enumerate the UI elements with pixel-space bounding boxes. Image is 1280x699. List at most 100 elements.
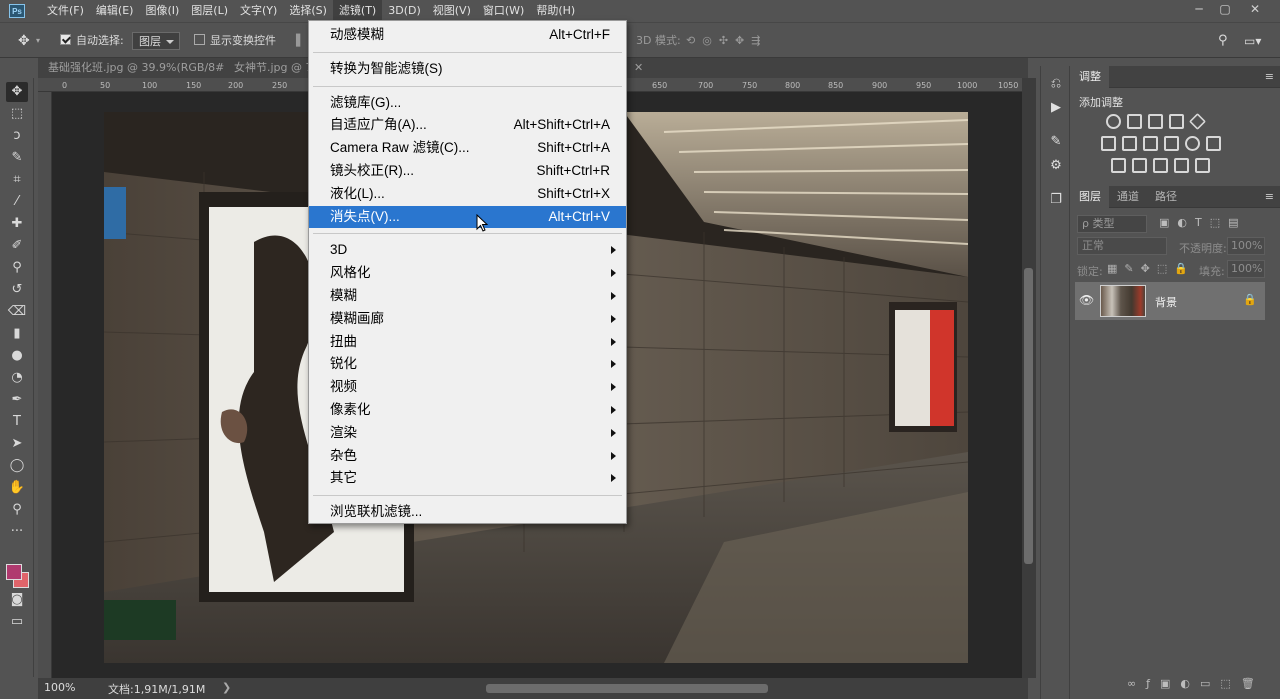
lasso-tool-icon[interactable]: ↄ — [6, 126, 28, 146]
filter-menu-item[interactable]: 渲染 — [309, 422, 626, 444]
crop-tool-icon[interactable]: ⌗ — [6, 170, 28, 190]
tab-adjustments[interactable]: 调整 — [1071, 66, 1109, 88]
path-select-icon[interactable]: ➤ — [6, 434, 28, 454]
channel-mixer-icon[interactable] — [1185, 136, 1200, 151]
ellipse-tool-icon[interactable]: ◯ — [6, 456, 28, 476]
tab-document-1[interactable]: 基础强化班.jpg @ 39.9%(RGB/8#) ✕ — [38, 58, 252, 78]
filter-menu-item[interactable]: 3D — [309, 239, 626, 261]
lock-icons[interactable]: ▦✎✥⬚🔒 — [1107, 262, 1195, 275]
status-menu-icon[interactable]: ❯ — [222, 681, 231, 694]
gradient-tool-icon[interactable]: ▮ — [6, 324, 28, 344]
opacity-input[interactable]: 100% — [1227, 237, 1265, 255]
filter-menu-item[interactable]: 浏览联机滤镜... — [309, 501, 626, 523]
filter-menu-item[interactable]: 其它 — [309, 467, 626, 489]
black-white-icon[interactable] — [1143, 136, 1158, 151]
move-tool-icon[interactable]: ✥ — [6, 82, 28, 102]
tab-layers[interactable]: 图层 — [1071, 186, 1109, 208]
menu-6[interactable]: 滤镜(T) — [332, 0, 383, 22]
filter-menu-item[interactable]: 像素化 — [309, 399, 626, 421]
checkbox-unchecked-icon[interactable] — [194, 34, 205, 45]
auto-select-value[interactable]: 图层 — [132, 32, 180, 50]
checkbox-checked-icon[interactable] — [60, 34, 71, 45]
brightness-icon[interactable] — [1106, 114, 1121, 129]
vertical-scroll-thumb[interactable] — [1024, 268, 1033, 564]
vertical-scrollbar[interactable] — [1022, 78, 1036, 678]
menu-9[interactable]: 窗口(W) — [477, 0, 530, 22]
eyedropper-icon[interactable]: ⁄ — [6, 192, 28, 212]
hand-tool-icon[interactable]: ✋ — [6, 478, 28, 498]
eraser-icon[interactable]: ⌫ — [6, 302, 28, 322]
menu-7[interactable]: 3D(D) — [382, 0, 427, 22]
layer-row-background[interactable]: 👁 背景 🔒 — [1075, 282, 1265, 320]
search-icon[interactable]: ⚲ — [1218, 32, 1228, 50]
tab-close-extra[interactable]: ✕ — [628, 58, 650, 78]
horizontal-scroll-thumb[interactable] — [486, 684, 768, 693]
move-tool-icon[interactable]: ✥ — [18, 32, 30, 50]
healing-brush-icon[interactable]: ✚ — [6, 214, 28, 234]
selective-color-icon[interactable] — [1174, 158, 1189, 173]
gradient-map-icon[interactable] — [1195, 158, 1210, 173]
menu-10[interactable]: 帮助(H) — [530, 0, 581, 22]
filter-menu-item[interactable]: 液化(L)... Shift+Ctrl+X — [309, 183, 626, 205]
hue-saturation-icon[interactable] — [1101, 136, 1116, 151]
menu-0[interactable]: 文件(F) — [41, 0, 90, 22]
libraries-icon[interactable]: ❐ — [1046, 190, 1066, 210]
properties-icon[interactable]: ⚙ — [1046, 156, 1066, 176]
quick-select-icon[interactable]: ✎ — [6, 148, 28, 168]
filter-menu-item[interactable]: 滤镜库(G)... — [309, 92, 626, 114]
close-button[interactable]: ✕ — [1242, 0, 1268, 18]
zoom-level[interactable]: 100% — [44, 681, 75, 694]
color-balance-icon[interactable] — [1122, 136, 1137, 151]
threshold-icon[interactable] — [1153, 158, 1168, 173]
auto-select-dropdown[interactable]: 图层 — [132, 32, 180, 50]
filter-menu-item[interactable]: 视频 — [309, 376, 626, 398]
layers-footer-icons[interactable]: ∞ƒ▣◐▭⬚🗑 — [1127, 677, 1265, 690]
levels-icon[interactable] — [1127, 114, 1142, 129]
maximize-button[interactable]: ▢ — [1212, 0, 1238, 18]
tool-preset-chevron-icon[interactable]: ▾ — [36, 32, 40, 50]
filter-menu-item[interactable]: 动感模糊 Alt+Ctrl+F — [309, 24, 626, 46]
fill-input[interactable]: 100% — [1227, 260, 1265, 278]
posterize-icon[interactable] — [1132, 158, 1147, 173]
menu-2[interactable]: 图像(I) — [139, 0, 185, 22]
screen-mode-icon[interactable]: ▭ — [6, 612, 28, 632]
minimize-button[interactable]: ─ — [1186, 0, 1212, 18]
filter-menu-item[interactable]: 风格化 — [309, 262, 626, 284]
menu-1[interactable]: 编辑(E) — [90, 0, 140, 22]
visibility-eye-icon[interactable]: 👁 — [1079, 293, 1094, 307]
curves-icon[interactable] — [1148, 114, 1163, 129]
filter-menu-item[interactable]: 镜头校正(R)... Shift+Ctrl+R — [309, 160, 626, 182]
photo-filter-icon[interactable] — [1164, 136, 1179, 151]
layers-menu-icon[interactable]: ≡ — [1265, 190, 1274, 203]
clone-stamp-icon[interactable]: ⚲ — [6, 258, 28, 278]
zoom-tool-icon[interactable]: ⚲ — [6, 500, 28, 520]
quick-mask-icon[interactable]: ◙ — [6, 590, 28, 610]
auto-select-checkbox[interactable]: 自动选择: — [60, 32, 124, 50]
vibrance-icon[interactable] — [1189, 113, 1206, 130]
menu-8[interactable]: 视图(V) — [427, 0, 477, 22]
more-tools-icon[interactable]: ··· — [6, 522, 28, 542]
filter-menu-item[interactable]: 杂色 — [309, 445, 626, 467]
tab-channels[interactable]: 通道 — [1109, 186, 1147, 208]
exposure-icon[interactable] — [1169, 114, 1184, 129]
filter-menu-item[interactable]: Camera Raw 滤镜(C)... Shift+Ctrl+A — [309, 137, 626, 159]
align-icon[interactable]: ▌ — [296, 32, 304, 50]
dodge-tool-icon[interactable]: ◔ — [6, 368, 28, 388]
menu-3[interactable]: 图层(L) — [185, 0, 234, 22]
layer-filter-input[interactable]: ρ 类型 — [1077, 215, 1147, 233]
filter-menu-item[interactable]: 锐化 — [309, 353, 626, 375]
invert-icon[interactable] — [1111, 158, 1126, 173]
marquee-tool-icon[interactable]: ⬚ — [6, 104, 28, 124]
layer-name[interactable]: 背景 — [1155, 294, 1177, 310]
history-brush-icon[interactable]: ↺ — [6, 280, 28, 300]
actions-play-icon[interactable]: ▶ — [1046, 98, 1066, 118]
filter-menu-item[interactable]: 转换为智能滤镜(S) — [309, 58, 626, 80]
color-lookup-icon[interactable] — [1206, 136, 1221, 151]
filter-menu-item[interactable]: 模糊 — [309, 285, 626, 307]
foreground-color-swatch[interactable] — [6, 564, 22, 580]
filter-menu-item[interactable]: 自适应广角(A)... Alt+Shift+Ctrl+A — [309, 114, 626, 136]
type-tool-icon[interactable]: T — [6, 412, 28, 432]
menu-5[interactable]: 选择(S) — [283, 0, 333, 22]
pen-tool-icon[interactable]: ✒ — [6, 390, 28, 410]
3d-mode-icons[interactable]: ⟲◎✣✥⇶ — [686, 32, 767, 50]
